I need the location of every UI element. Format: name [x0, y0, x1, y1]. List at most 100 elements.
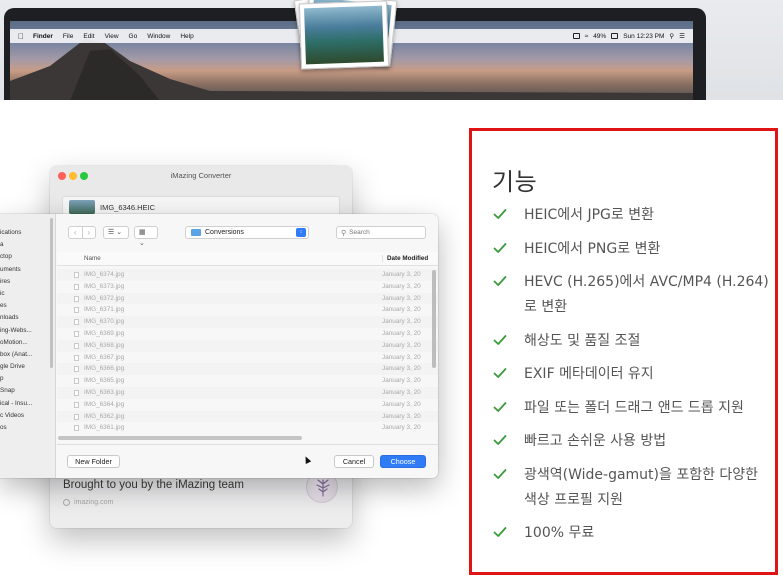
search-field[interactable]: ⚲ [336, 226, 426, 239]
sidebar-item[interactable]: Snap [0, 385, 55, 397]
menu-help[interactable]: Help [175, 33, 198, 40]
sidebar-item[interactable]: a [0, 239, 55, 251]
sidebar-scrollbar[interactable] [50, 218, 53, 368]
back-button[interactable]: ‹ [69, 227, 83, 238]
image-file-icon [74, 342, 79, 349]
file-name: IMG_6363.jpg [84, 388, 125, 396]
image-file-icon [74, 283, 79, 290]
file-date: January 3, 20 [382, 388, 421, 396]
file-name: IMG_6361.jpg [84, 424, 125, 432]
checkmark-icon [493, 527, 507, 537]
file-row[interactable]: IMG_6365.jpg January 3, 20 [57, 375, 438, 387]
file-row[interactable]: IMG_6372.jpg January 3, 20 [57, 292, 438, 305]
image-file-icon [74, 366, 79, 373]
sidebar-item[interactable]: gle Drive [0, 361, 55, 373]
feature-item: 100% 무료 [492, 521, 780, 546]
feature-text: EXIF 메타데이터 유지 [524, 366, 654, 382]
folder-icon [191, 229, 201, 236]
sidebar-item[interactable]: oMotion... [0, 337, 55, 349]
file-row[interactable]: IMG_6369.jpg January 3, 20 [57, 328, 438, 340]
imazing-link-text[interactable]: imazing.com [74, 499, 113, 506]
checkmark-icon [493, 368, 507, 378]
sidebar-item[interactable]: ical - Insu... [0, 398, 55, 410]
features-panel: 기능 HEIC에서 JPG로 변환 HEIC에서 PNG로 변환 HEVC (H.2… [469, 128, 778, 575]
feature-item: 빠르고 손쉬운 사용 방법 [492, 429, 780, 454]
menu-edit[interactable]: Edit [78, 33, 99, 40]
file-thumbnail [69, 200, 95, 214]
sidebar-item[interactable]: uments [0, 264, 55, 276]
file-row[interactable]: IMG_6362.jpg January 3, 20 [57, 410, 438, 423]
menu-go[interactable]: Go [124, 33, 143, 40]
menu-view[interactable]: View [100, 33, 124, 40]
sidebar-item[interactable]: ires [0, 276, 55, 288]
file-list-vscrollbar[interactable] [432, 270, 436, 368]
photo-card [298, 0, 390, 70]
file-date: January 3, 20 [382, 318, 421, 326]
file-row[interactable]: IMG_6374.jpg January 3, 20 [57, 269, 438, 281]
sidebar-item[interactable]: ctop [0, 251, 55, 263]
sidebar-item[interactable]: p [0, 373, 55, 385]
file-row[interactable]: IMG_6368.jpg January 3, 20 [57, 339, 438, 352]
image-file-icon [74, 413, 79, 420]
image-file-icon [74, 354, 79, 361]
sidebar-item[interactable]: box (Anat... [0, 349, 55, 361]
features-title: 기능 [492, 168, 538, 196]
converter-file-name: IMG_6346.HEIC [100, 202, 156, 212]
list-view-button[interactable]: ☰ ⌄ [103, 226, 129, 239]
imazing-link[interactable]: imazing.com [63, 499, 113, 506]
image-file-icon [74, 401, 79, 408]
feature-text: HEIC에서 JPG로 변환 [524, 207, 654, 223]
image-file-icon [74, 307, 79, 314]
group-view-button[interactable]: ▦ ⌄ [134, 226, 158, 247]
file-date: January 3, 20 [382, 329, 421, 337]
file-row[interactable]: IMG_6370.jpg January 3, 20 [57, 316, 438, 328]
file-row[interactable]: IMG_6366.jpg January 3, 20 [57, 363, 438, 376]
file-date: January 3, 20 [382, 282, 421, 290]
notification-center-icon[interactable]: ☰ [679, 32, 685, 40]
checkmark-icon [493, 276, 507, 286]
checkmark-icon [493, 242, 507, 253]
sidebar-item[interactable]: es [0, 300, 55, 312]
file-row[interactable]: IMG_6363.jpg January 3, 20 [57, 386, 438, 399]
feature-text: 파일 또는 폴더 드래그 앤드 드롭 지원 [524, 399, 744, 416]
file-name: IMG_6372.jpg [84, 294, 125, 302]
cancel-button[interactable]: Cancel [334, 455, 374, 468]
checkmark-icon [493, 435, 507, 445]
menubar-clock[interactable]: Sun 12:23 PM [623, 33, 664, 40]
menu-file[interactable]: File [58, 33, 78, 40]
file-list-hscrollbar[interactable] [58, 436, 302, 440]
column-date-header[interactable]: Date Modified [382, 255, 428, 262]
file-row[interactable]: IMG_6367.jpg January 3, 20 [57, 352, 438, 364]
file-row[interactable]: IMG_6361.jpg January 3, 20 [57, 422, 438, 434]
feature-item: 파일 또는 폴더 드래그 앤드 드롭 지원 [492, 396, 780, 421]
menu-finder[interactable]: Finder [28, 33, 58, 40]
feature-text: 해상도 및 품질 조절 [524, 332, 641, 349]
file-row[interactable]: IMG_6371.jpg January 3, 20 [57, 304, 438, 316]
choose-button[interactable]: Choose [380, 455, 426, 468]
spotlight-icon[interactable]: ⚲ [669, 32, 674, 40]
file-name: IMG_6366.jpg [84, 365, 125, 373]
file-date: January 3, 20 [382, 271, 421, 278]
file-row[interactable]: IMG_6373.jpg January 3, 20 [57, 281, 438, 293]
file-row[interactable]: IMG_6364.jpg January 3, 20 [57, 399, 438, 411]
sidebar-item[interactable]: ic [0, 288, 55, 300]
apple-menu-icon[interactable]:  [14, 32, 28, 41]
sidebar-item[interactable]: nloads [0, 312, 55, 324]
battery-percent[interactable]: 49% [593, 33, 606, 40]
column-name-header[interactable]: Name [84, 255, 101, 262]
sidebar-item[interactable]: ications [0, 227, 55, 239]
location-popup[interactable]: Conversions ↕ [185, 226, 309, 239]
sidebar-item[interactable]: ing-Webs... [0, 325, 55, 337]
file-date: January 3, 20 [382, 365, 421, 373]
airplay-icon[interactable] [572, 33, 580, 39]
file-date: January 3, 20 [382, 424, 421, 432]
sidebar-item[interactable]: os [0, 422, 55, 434]
wifi-icon[interactable]: ≈ [585, 33, 589, 40]
menu-window[interactable]: Window [142, 33, 175, 40]
new-folder-button[interactable]: New Folder [67, 455, 120, 468]
sidebar-item[interactable]: c Videos [0, 410, 55, 422]
converter-titlebar: iMazing Converter [50, 166, 352, 186]
search-input[interactable] [349, 229, 420, 236]
feature-text: 광색역(Wide-gamut)을 포함한 다양한 색상 프로필 지원 [524, 466, 759, 508]
forward-button[interactable]: › [83, 227, 96, 238]
